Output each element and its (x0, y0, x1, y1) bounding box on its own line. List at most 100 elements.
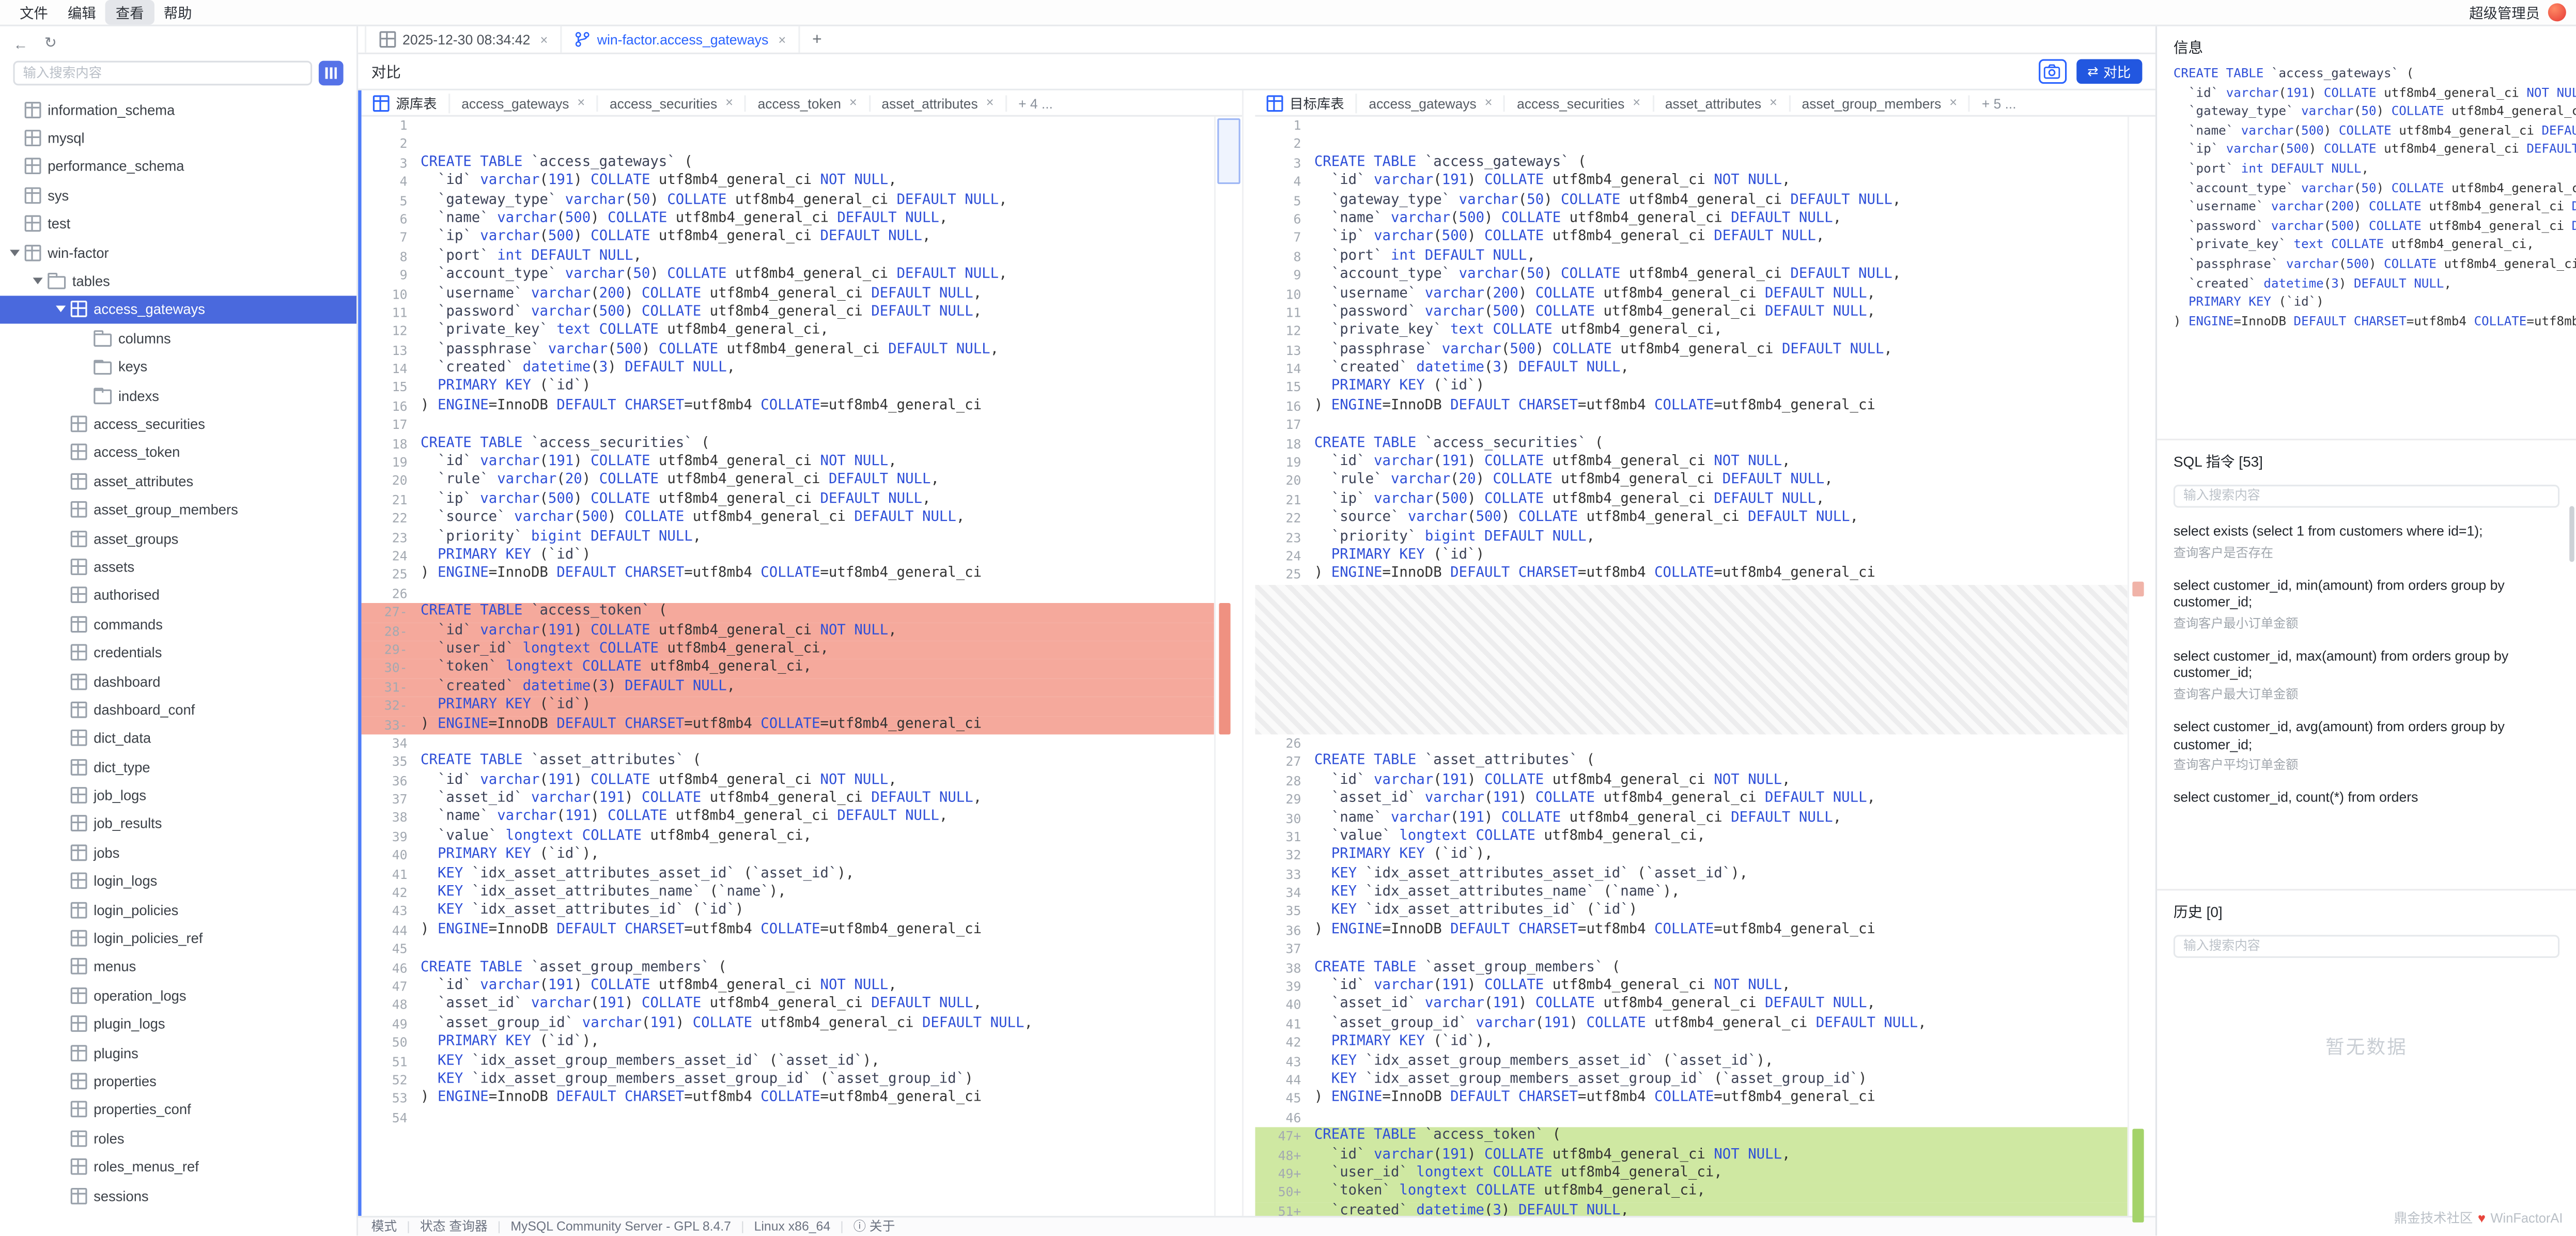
close-icon[interactable]: × (577, 95, 585, 110)
diff-marker-added[interactable] (2132, 1129, 2144, 1223)
pane-tab-asset_attributes[interactable]: asset_attributes× (1654, 95, 1791, 111)
scrollbar-thumb[interactable] (2569, 506, 2574, 562)
code-line[interactable]: 47 `id` varchar(191) COLLATE utf8mb4_gen… (362, 978, 1214, 996)
pane-tab-access_securities[interactable]: access_securities× (1506, 95, 1654, 111)
code-line[interactable]: 14 `created` datetime(3) DEFAULT NULL, (1255, 360, 2127, 379)
code-line[interactable]: 30- `token` longtext COLLATE utf8mb4_gen… (362, 659, 1214, 678)
code-line[interactable]: 34 KEY `idx_asset_attributes_name` (`nam… (1255, 884, 2127, 903)
close-icon[interactable]: × (725, 95, 733, 110)
code-line[interactable]: 2 (1255, 135, 2127, 154)
code-line[interactable]: 29 `asset_id` varchar(191) COLLATE utf8m… (1255, 791, 2127, 809)
tree-item-login_logs[interactable]: login_logs (0, 867, 356, 895)
code-line[interactable]: 16) ENGINE=InnoDB DEFAULT CHARSET=utf8mb… (362, 397, 1214, 416)
code-line[interactable]: 27CREATE TABLE `asset_attributes` ( (1255, 753, 2127, 771)
hidden-tabs-indicator[interactable]: + 4 ... (1007, 95, 1064, 111)
code-line[interactable]: 6 `name` varchar(500) COLLATE utf8mb4_ge… (1255, 210, 2127, 229)
tree-item-dict_type[interactable]: dict_type (0, 752, 356, 781)
status-item[interactable]: 状态 查询器 (420, 1217, 488, 1235)
pane-tab-access_token[interactable]: access_token× (746, 95, 870, 111)
tree-item-sessions[interactable]: sessions (0, 1181, 356, 1210)
code-line[interactable]: 20 `rule` varchar(20) COLLATE utf8mb4_ge… (1255, 472, 2127, 491)
code-line[interactable]: 31- `created` datetime(3) DEFAULT NULL, (362, 678, 1214, 697)
code-line[interactable]: 34 (362, 734, 1214, 753)
close-icon[interactable]: × (540, 32, 548, 47)
sql-command-item[interactable]: select exists (select 1 from customers w… (2157, 514, 2576, 568)
code-line[interactable]: 51 KEY `idx_asset_group_members_asset_id… (362, 1053, 1214, 1071)
tree-item-keys[interactable]: keys (0, 352, 356, 381)
code-line[interactable]: 5 `gateway_type` varchar(50) COLLATE utf… (1255, 192, 2127, 210)
code-line[interactable]: 48+ `id` varchar(191) COLLATE utf8mb4_ge… (1255, 1146, 2127, 1165)
pane-tab-access_securities[interactable]: access_securities× (598, 95, 747, 111)
tree-item-dashboard_conf[interactable]: dashboard_conf (0, 696, 356, 724)
code-line[interactable]: 8 `port` int DEFAULT NULL, (1255, 248, 2127, 266)
close-icon[interactable]: × (986, 95, 994, 110)
panel-toggle-button[interactable] (319, 61, 344, 86)
code-line[interactable]: 2 (362, 135, 1214, 154)
code-line[interactable]: 13 `passphrase` varchar(500) COLLATE utf… (362, 341, 1214, 360)
sql-command-item[interactable]: select customer_id, min(amount) from ord… (2157, 568, 2576, 639)
sql-command-item[interactable]: select customer_id, max(amount) from ord… (2157, 639, 2576, 709)
back-icon[interactable]: ← (13, 35, 28, 52)
code-line[interactable]: 44 KEY `idx_asset_group_members_asset_gr… (1255, 1071, 2127, 1090)
chevron-down-icon[interactable] (10, 249, 20, 256)
target-overview-ruler[interactable] (2128, 117, 2155, 1216)
code-line[interactable]: 21 `ip` varchar(500) COLLATE utf8mb4_gen… (362, 491, 1214, 509)
code-line[interactable]: 45) ENGINE=InnoDB DEFAULT CHARSET=utf8mb… (1255, 1090, 2127, 1108)
code-line[interactable]: 23 `priority` bigint DEFAULT NULL, (1255, 529, 2127, 547)
code-line[interactable]: 50 PRIMARY KEY (`id`), (362, 1034, 1214, 1053)
tree-item-access_gateways[interactable]: access_gateways (0, 296, 356, 324)
viewport-indicator[interactable] (1217, 118, 1240, 184)
refresh-icon[interactable]: ↻ (44, 35, 57, 53)
code-line[interactable]: 24 PRIMARY KEY (`id`) (362, 547, 1214, 566)
code-line[interactable]: 4 `id` varchar(191) COLLATE utf8mb4_gene… (1255, 173, 2127, 191)
code-line[interactable]: 32 PRIMARY KEY (`id`), (1255, 847, 2127, 866)
tree-item-login_policies[interactable]: login_policies (0, 895, 356, 924)
code-line[interactable]: 31 `value` longtext COLLATE utf8mb4_gene… (1255, 828, 2127, 846)
code-line[interactable]: 4 `id` varchar(191) COLLATE utf8mb4_gene… (362, 173, 1214, 191)
code-line[interactable]: 48 `asset_id` varchar(191) COLLATE utf8m… (362, 996, 1214, 1015)
code-line[interactable]: 39 `id` varchar(191) COLLATE utf8mb4_gen… (1255, 978, 2127, 996)
tree-item-indexs[interactable]: indexs (0, 381, 356, 409)
tree-item-asset_group_members[interactable]: asset_group_members (0, 496, 356, 524)
code-line[interactable]: 39 `value` longtext COLLATE utf8mb4_gene… (362, 828, 1214, 846)
compare-button[interactable]: ⇄ 对比 (2076, 59, 2143, 84)
avatar[interactable] (2548, 3, 2566, 21)
document-tab[interactable]: win-factor.access_gateways× (563, 26, 801, 53)
code-line[interactable]: 36 `id` varchar(191) COLLATE utf8mb4_gen… (362, 771, 1214, 790)
tree-item-roles[interactable]: roles (0, 1124, 356, 1152)
code-line[interactable]: 9 `account_type` varchar(50) COLLATE utf… (1255, 267, 2127, 285)
tree-item-jobs[interactable]: jobs (0, 838, 356, 867)
close-icon[interactable]: × (1949, 95, 1957, 110)
code-line[interactable]: 46 (1255, 1109, 2127, 1127)
code-line[interactable]: 20 `rule` varchar(20) COLLATE utf8mb4_ge… (362, 472, 1214, 491)
pane-tab-access_gateways[interactable]: access_gateways× (450, 95, 598, 111)
code-line[interactable]: 8 `port` int DEFAULT NULL, (362, 248, 1214, 266)
code-line[interactable]: 44) ENGINE=InnoDB DEFAULT CHARSET=utf8mb… (362, 921, 1214, 940)
code-line[interactable]: 17 (362, 416, 1214, 435)
status-item[interactable]: Linux x86_64 (754, 1219, 831, 1234)
code-line[interactable]: 28 `id` varchar(191) COLLATE utf8mb4_gen… (1255, 772, 2127, 791)
code-line[interactable]: 22 `source` varchar(500) COLLATE utf8mb4… (1255, 509, 2127, 528)
diff-marker-removed[interactable] (1219, 603, 1230, 734)
code-line[interactable]: 51+ `created` datetime(3) DEFAULT NULL, (1255, 1202, 2127, 1216)
code-line[interactable]: 38 `name` varchar(191) COLLATE utf8mb4_g… (362, 809, 1214, 828)
code-line[interactable]: 33 KEY `idx_asset_attributes_asset_id` (… (1255, 866, 2127, 884)
code-line[interactable]: 46CREATE TABLE `asset_group_members` ( (362, 959, 1214, 978)
menu-edit[interactable]: 编辑 (58, 0, 106, 25)
history-search-input[interactable] (2174, 934, 2559, 957)
diff-marker-gap[interactable] (2132, 582, 2144, 597)
code-line[interactable]: 25) ENGINE=InnoDB DEFAULT CHARSET=utf8mb… (1255, 566, 2127, 584)
code-line[interactable]: 17 (1255, 416, 2127, 435)
code-line[interactable]: 45 (362, 940, 1214, 959)
target-editor[interactable]: 123CREATE TABLE `access_gateways` (4 `id… (1255, 117, 2127, 1216)
code-line[interactable]: 53) ENGINE=InnoDB DEFAULT CHARSET=utf8mb… (362, 1090, 1214, 1108)
code-line[interactable]: 35 KEY `idx_asset_attributes_id` (`id`) (1255, 903, 2127, 921)
tree-item-plugins[interactable]: plugins (0, 1038, 356, 1067)
tree-item-access_token[interactable]: access_token (0, 438, 356, 467)
code-line[interactable]: 13 `passphrase` varchar(500) COLLATE utf… (1255, 341, 2127, 360)
code-line[interactable]: 37 `asset_id` varchar(191) COLLATE utf8m… (362, 791, 1214, 809)
tree-item-asset_groups[interactable]: asset_groups (0, 524, 356, 552)
code-line[interactable]: 12 `private_key` text COLLATE utf8mb4_ge… (362, 322, 1214, 341)
close-icon[interactable]: × (1633, 95, 1640, 110)
code-line[interactable]: 18CREATE TABLE `access_securities` ( (1255, 435, 2127, 454)
